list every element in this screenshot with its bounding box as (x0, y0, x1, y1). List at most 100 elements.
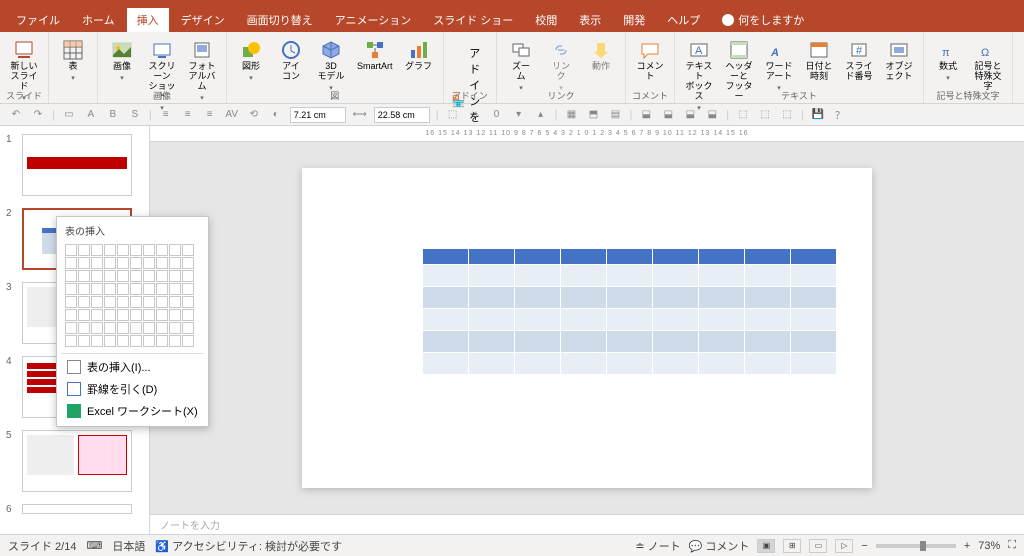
tab-slideshow[interactable]: スライド ショー (423, 8, 523, 32)
qa-btn[interactable]: ↶ (8, 107, 24, 123)
draw-table-menu[interactable]: 罫線を引く(D) (61, 378, 204, 400)
chart-button[interactable]: グラフ (401, 38, 437, 74)
slideshow-view-button[interactable]: ▷ (835, 539, 853, 553)
table-button[interactable]: 表 ▾ (55, 38, 91, 84)
table-insert-dropdown: 表の挿入 表の挿入(I)... 罫線を引く(D) Excel ワークシート(X) (56, 216, 209, 427)
group-label: スライド (0, 88, 48, 103)
tab-help[interactable]: ヘルプ (657, 8, 710, 32)
zoom-slider[interactable] (876, 544, 956, 548)
zoom-in-button[interactable]: + (964, 540, 970, 552)
group-label: テキスト (675, 88, 923, 103)
insert-table-menu[interactable]: 表の挿入(I)... (61, 356, 204, 378)
excel-spreadsheet-menu[interactable]: Excel ワークシート(X) (61, 400, 204, 422)
width-input[interactable] (290, 107, 346, 123)
tab-insert[interactable]: 挿入 (127, 8, 169, 32)
header-footer-icon (729, 40, 749, 60)
tab-transitions[interactable]: 画面切り替え (237, 8, 323, 32)
album-icon (192, 40, 212, 60)
equation-button[interactable]: π 数式 ▾ (930, 38, 966, 84)
excel-icon (67, 404, 81, 418)
group-label: 画像 (98, 88, 226, 103)
inserted-table[interactable] (422, 248, 837, 375)
shapes-button[interactable]: 図形 ▾ (233, 38, 269, 84)
notes-pane[interactable]: ノートを入力 (150, 514, 1024, 534)
qa-btn[interactable]: ▭ (61, 107, 77, 123)
object-button[interactable]: オブジェクト (881, 38, 917, 84)
qa-btn[interactable]: ◐ (268, 107, 284, 123)
tab-view[interactable]: 表示 (569, 8, 611, 32)
group-label: リンク (497, 88, 625, 103)
thumb-1[interactable]: 1 (6, 134, 143, 196)
tab-file[interactable]: ファイル (6, 8, 70, 32)
datetime-button[interactable]: 日付と 時刻 (801, 38, 837, 84)
tab-developer[interactable]: 開発 (613, 8, 655, 32)
new-slide-icon (14, 40, 34, 60)
qa-btn[interactable]: ⬒ (585, 107, 601, 123)
tab-animations[interactable]: アニメーション (325, 8, 422, 32)
action-button[interactable]: 動作 (583, 38, 619, 74)
tell-me-label: 何をしますか (738, 12, 804, 28)
reading-view-button[interactable]: ▭ (809, 539, 827, 553)
qa-btn[interactable]: ⬓ (660, 107, 676, 123)
zoom-level[interactable]: 73% (978, 540, 1000, 552)
dropdown-arrow-icon: ▾ (71, 74, 75, 82)
qa-btn[interactable]: AV (224, 107, 240, 123)
wordart-button[interactable]: A ワード アート ▾ (761, 38, 797, 94)
action-icon (591, 40, 611, 60)
zoom-button[interactable]: ズー ム ▾ (503, 38, 539, 94)
dropdown-title: 表の挿入 (61, 221, 204, 240)
notes-toggle[interactable]: ≐ ノート (635, 538, 680, 554)
thumb-6[interactable]: 6 (6, 504, 143, 515)
image-button[interactable]: 画像 ▾ (104, 38, 140, 84)
table-icon (63, 40, 83, 60)
table-size-grid[interactable] (61, 240, 204, 351)
qa-btn[interactable]: ▤ (607, 107, 623, 123)
smartart-icon (365, 40, 385, 60)
symbol-button[interactable]: Ω 記号と 特殊文字 (970, 38, 1006, 94)
tab-home[interactable]: ホーム (72, 8, 125, 32)
smartart-button[interactable]: SmartArt (353, 38, 397, 74)
tab-design[interactable]: デザイン (171, 8, 235, 32)
qa-btn[interactable]: ⟲ (246, 107, 262, 123)
zoom-out-button[interactable]: − (861, 540, 867, 552)
video-button[interactable]: ビデオ ▾ (1019, 38, 1024, 84)
qa-btn[interactable]: ▾ (511, 107, 527, 123)
ribbon: 新しい スライド ▾ スライド 表 ▾ 画像 ▾ スクリーン ショット ▾ (0, 32, 1024, 104)
status-bar: スライド 2/14 ⌨ 日本語 ♿ アクセシビリティ: 検討が必要です ≐ ノー… (0, 534, 1024, 556)
slide-number-button[interactable]: # スライド番号 (841, 38, 877, 84)
height-input[interactable] (374, 107, 430, 123)
ime-icon[interactable]: ⌨ (86, 539, 102, 552)
fit-to-window-button[interactable]: ⛶ (1008, 539, 1016, 552)
qa-btn[interactable]: 0 (489, 107, 505, 123)
comment-icon (640, 40, 660, 60)
language[interactable]: 日本語 (112, 538, 145, 554)
thumb-5[interactable]: 5 (6, 430, 143, 492)
normal-view-button[interactable]: ▣ (757, 539, 775, 553)
sorter-view-button[interactable]: ⊞ (783, 539, 801, 553)
icons-button[interactable]: アイ コン (273, 38, 309, 84)
group-label: メディア (1013, 88, 1024, 103)
group-label: コメント (626, 88, 674, 103)
slide-canvas-area[interactable] (150, 142, 1024, 514)
qa-btn[interactable]: A (83, 107, 99, 123)
comments-toggle[interactable]: 💬 コメント (689, 538, 750, 554)
tab-review[interactable]: 校閲 (525, 8, 567, 32)
accessibility-status[interactable]: ♿ アクセシビリティ: 検討が必要です (155, 538, 342, 554)
group-label: 図 (227, 88, 443, 103)
tell-me-search[interactable]: 何をしますか (722, 12, 804, 28)
3d-models-button[interactable]: 3D モデル ▾ (313, 38, 349, 94)
icons-icon (281, 40, 301, 60)
object-icon (889, 40, 909, 60)
qa-btn[interactable]: ▴ (533, 107, 549, 123)
qa-btn[interactable]: ▦ (563, 107, 579, 123)
title-bar (0, 0, 1024, 8)
qa-btn[interactable]: ⬓ (638, 107, 654, 123)
slide-canvas[interactable] (302, 168, 872, 488)
comment-button[interactable]: コメント (632, 38, 668, 84)
horizontal-ruler: 16 15 14 13 12 11 10 9 8 7 6 5 4 3 2 1 0… (150, 126, 1024, 142)
cube-icon (321, 40, 341, 60)
slide-counter[interactable]: スライド 2/14 (8, 538, 76, 554)
link-button[interactable]: リン ク ▾ (543, 38, 579, 94)
pencil-icon (67, 382, 81, 396)
qa-btn[interactable]: ↷ (30, 107, 46, 123)
